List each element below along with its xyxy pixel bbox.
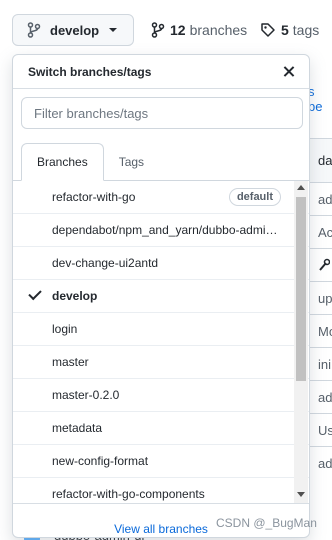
watermark: CSDN @_BugMan	[216, 516, 317, 530]
git-branch-icon	[27, 22, 41, 38]
branch-item-master[interactable]: master	[13, 346, 309, 379]
branch-item-dev-change-ui2antd[interactable]: dev-change-ui2antd	[13, 247, 309, 280]
wrench-icon	[318, 258, 330, 272]
filter-branches-input[interactable]	[21, 97, 303, 129]
table-row[interactable]: Mo	[307, 314, 332, 347]
list-scrollbar[interactable]	[294, 181, 308, 503]
branch-name: dev-change-ui2antd	[52, 256, 159, 270]
branch-list: refactor-with-go default dependabot/npm_…	[13, 181, 309, 503]
tags-label: tags	[292, 22, 320, 38]
branch-item-dependabot[interactable]: dependabot/npm_and_yarn/dubbo-admin-ui/.…	[13, 214, 309, 247]
branch-name: refactor-with-go	[52, 190, 136, 204]
branch-name: metadata	[52, 421, 103, 435]
table-row[interactable]	[307, 248, 332, 281]
branch-name: master	[52, 355, 89, 369]
git-branch-icon	[151, 22, 165, 38]
branch-item-refactor-with-go[interactable]: refactor-with-go default	[13, 181, 309, 214]
scrollbar-thumb[interactable]	[296, 197, 306, 381]
dropdown-header: Switch branches/tags	[13, 55, 309, 89]
branches-label: branches	[189, 22, 248, 38]
tags-link[interactable]: 5 tags	[260, 22, 319, 38]
branch-name: new-config-format	[52, 454, 149, 468]
branch-item-refactor-with-go-components[interactable]: refactor-with-go-components	[13, 478, 309, 503]
background-link[interactable]: s be	[308, 84, 332, 114]
table-row[interactable]: adj	[307, 446, 332, 479]
branch-name: develop	[52, 289, 98, 303]
filter-wrapper	[13, 89, 309, 129]
branch-item-develop[interactable]: develop	[13, 280, 309, 313]
branch-name: refactor-with-go-components	[52, 487, 205, 501]
check-icon	[28, 286, 42, 301]
branch-name: dependabot/npm_and_yarn/dubbo-admin-ui/.…	[52, 223, 281, 237]
table-row[interactable]: adj	[307, 182, 332, 215]
branch-item-new-config-format[interactable]: new-config-format	[13, 445, 309, 478]
tag-icon	[260, 22, 276, 38]
table-row[interactable]: Us	[307, 413, 332, 446]
branch-select-button[interactable]: develop	[12, 14, 134, 46]
close-icon[interactable]	[281, 64, 297, 80]
branch-tag-tabs: Branches Tags	[13, 143, 309, 181]
scroll-down-arrow-icon[interactable]	[297, 492, 305, 497]
branch-select-label: develop	[50, 22, 100, 38]
chevron-down-icon	[109, 28, 118, 32]
branch-item-master-0.2.0[interactable]: master-0.2.0	[13, 379, 309, 412]
tags-count: 5	[281, 22, 289, 38]
table-row[interactable]: Ac	[307, 215, 332, 248]
tab-branches[interactable]: Branches	[21, 143, 104, 181]
view-all-branches-link[interactable]: View all branches	[114, 522, 208, 536]
dropdown-title: Switch branches/tags	[28, 64, 152, 79]
branch-item-metadata[interactable]: metadata	[13, 412, 309, 445]
table-row[interactable]: up	[307, 281, 332, 314]
branch-item-login[interactable]: login	[13, 313, 309, 346]
tab-tags[interactable]: Tags	[104, 143, 159, 181]
branches-link[interactable]: 12 branches	[151, 22, 247, 38]
default-badge: default	[228, 188, 281, 206]
branch-name: master-0.2.0	[52, 388, 120, 402]
branch-switcher-dropdown: Switch branches/tags Branches Tags refac…	[12, 54, 310, 538]
table-row[interactable]: adj	[307, 380, 332, 413]
branch-name: login	[52, 322, 78, 336]
table-row[interactable]: ini	[307, 347, 332, 380]
table-header-cell: dat	[307, 138, 332, 182]
branches-count: 12	[170, 22, 186, 38]
scroll-up-arrow-icon[interactable]	[297, 185, 305, 190]
